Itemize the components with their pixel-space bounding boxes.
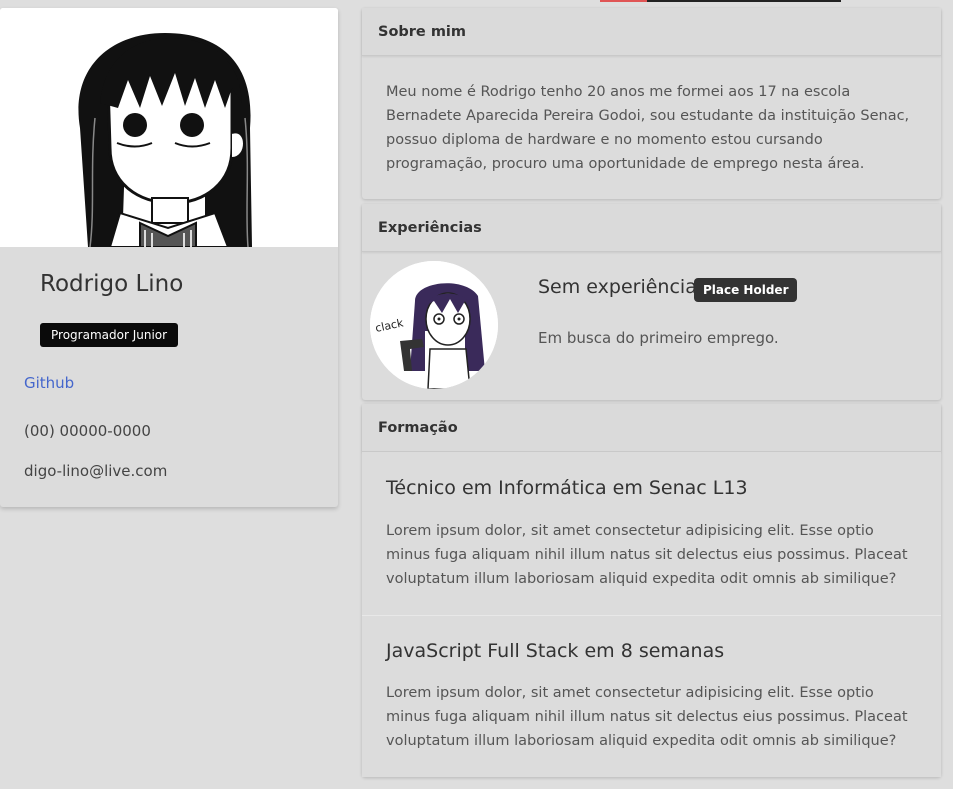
experience-description: Em busca do primeiro emprego. — [538, 329, 779, 347]
contact-phone: (00) 00000-0000 — [24, 422, 151, 440]
education-item-description: Lorem ipsum dolor, sit amet consectetur … — [386, 523, 908, 587]
education-item: JavaScript Full Stack em 8 semanas Lorem… — [362, 616, 941, 777]
top-progress-accent — [600, 0, 647, 2]
profile-photo — [0, 8, 338, 247]
about-header: Sobre mim — [362, 8, 941, 56]
experience-header: Experiências — [362, 204, 941, 252]
profile-card: Rodrigo Lino Programador Junior Github (… — [0, 8, 338, 507]
experience-avatar: clack — [370, 261, 498, 389]
profile-name: Rodrigo Lino — [40, 271, 184, 297]
role-badge: Programador Junior — [40, 323, 179, 347]
about-card: Sobre mim Meu nome é Rodrigo tenho 20 an… — [362, 8, 941, 199]
experience-title: Sem experiência — [538, 276, 697, 298]
contact-email: digo-lino@live.com — [24, 462, 168, 480]
about-text: Meu nome é Rodrigo tenho 20 anos me form… — [386, 84, 910, 172]
github-link[interactable]: Github — [24, 374, 74, 392]
education-item: Técnico em Informática em Senac L13 Lore… — [362, 452, 941, 614]
top-progress-bar — [600, 0, 841, 2]
education-card: Formação Técnico em Informática em Senac… — [362, 404, 941, 777]
education-item-description: Lorem ipsum dolor, sit amet consectetur … — [386, 685, 908, 749]
education-item-title: Técnico em Informática em Senac L13 — [386, 477, 748, 499]
education-item-title: JavaScript Full Stack em 8 semanas — [386, 640, 725, 662]
experience-card: Experiências clack Sem experiência Place… — [362, 204, 941, 400]
education-header: Formação — [362, 404, 941, 452]
experience-badge: Place Holder — [694, 278, 798, 302]
